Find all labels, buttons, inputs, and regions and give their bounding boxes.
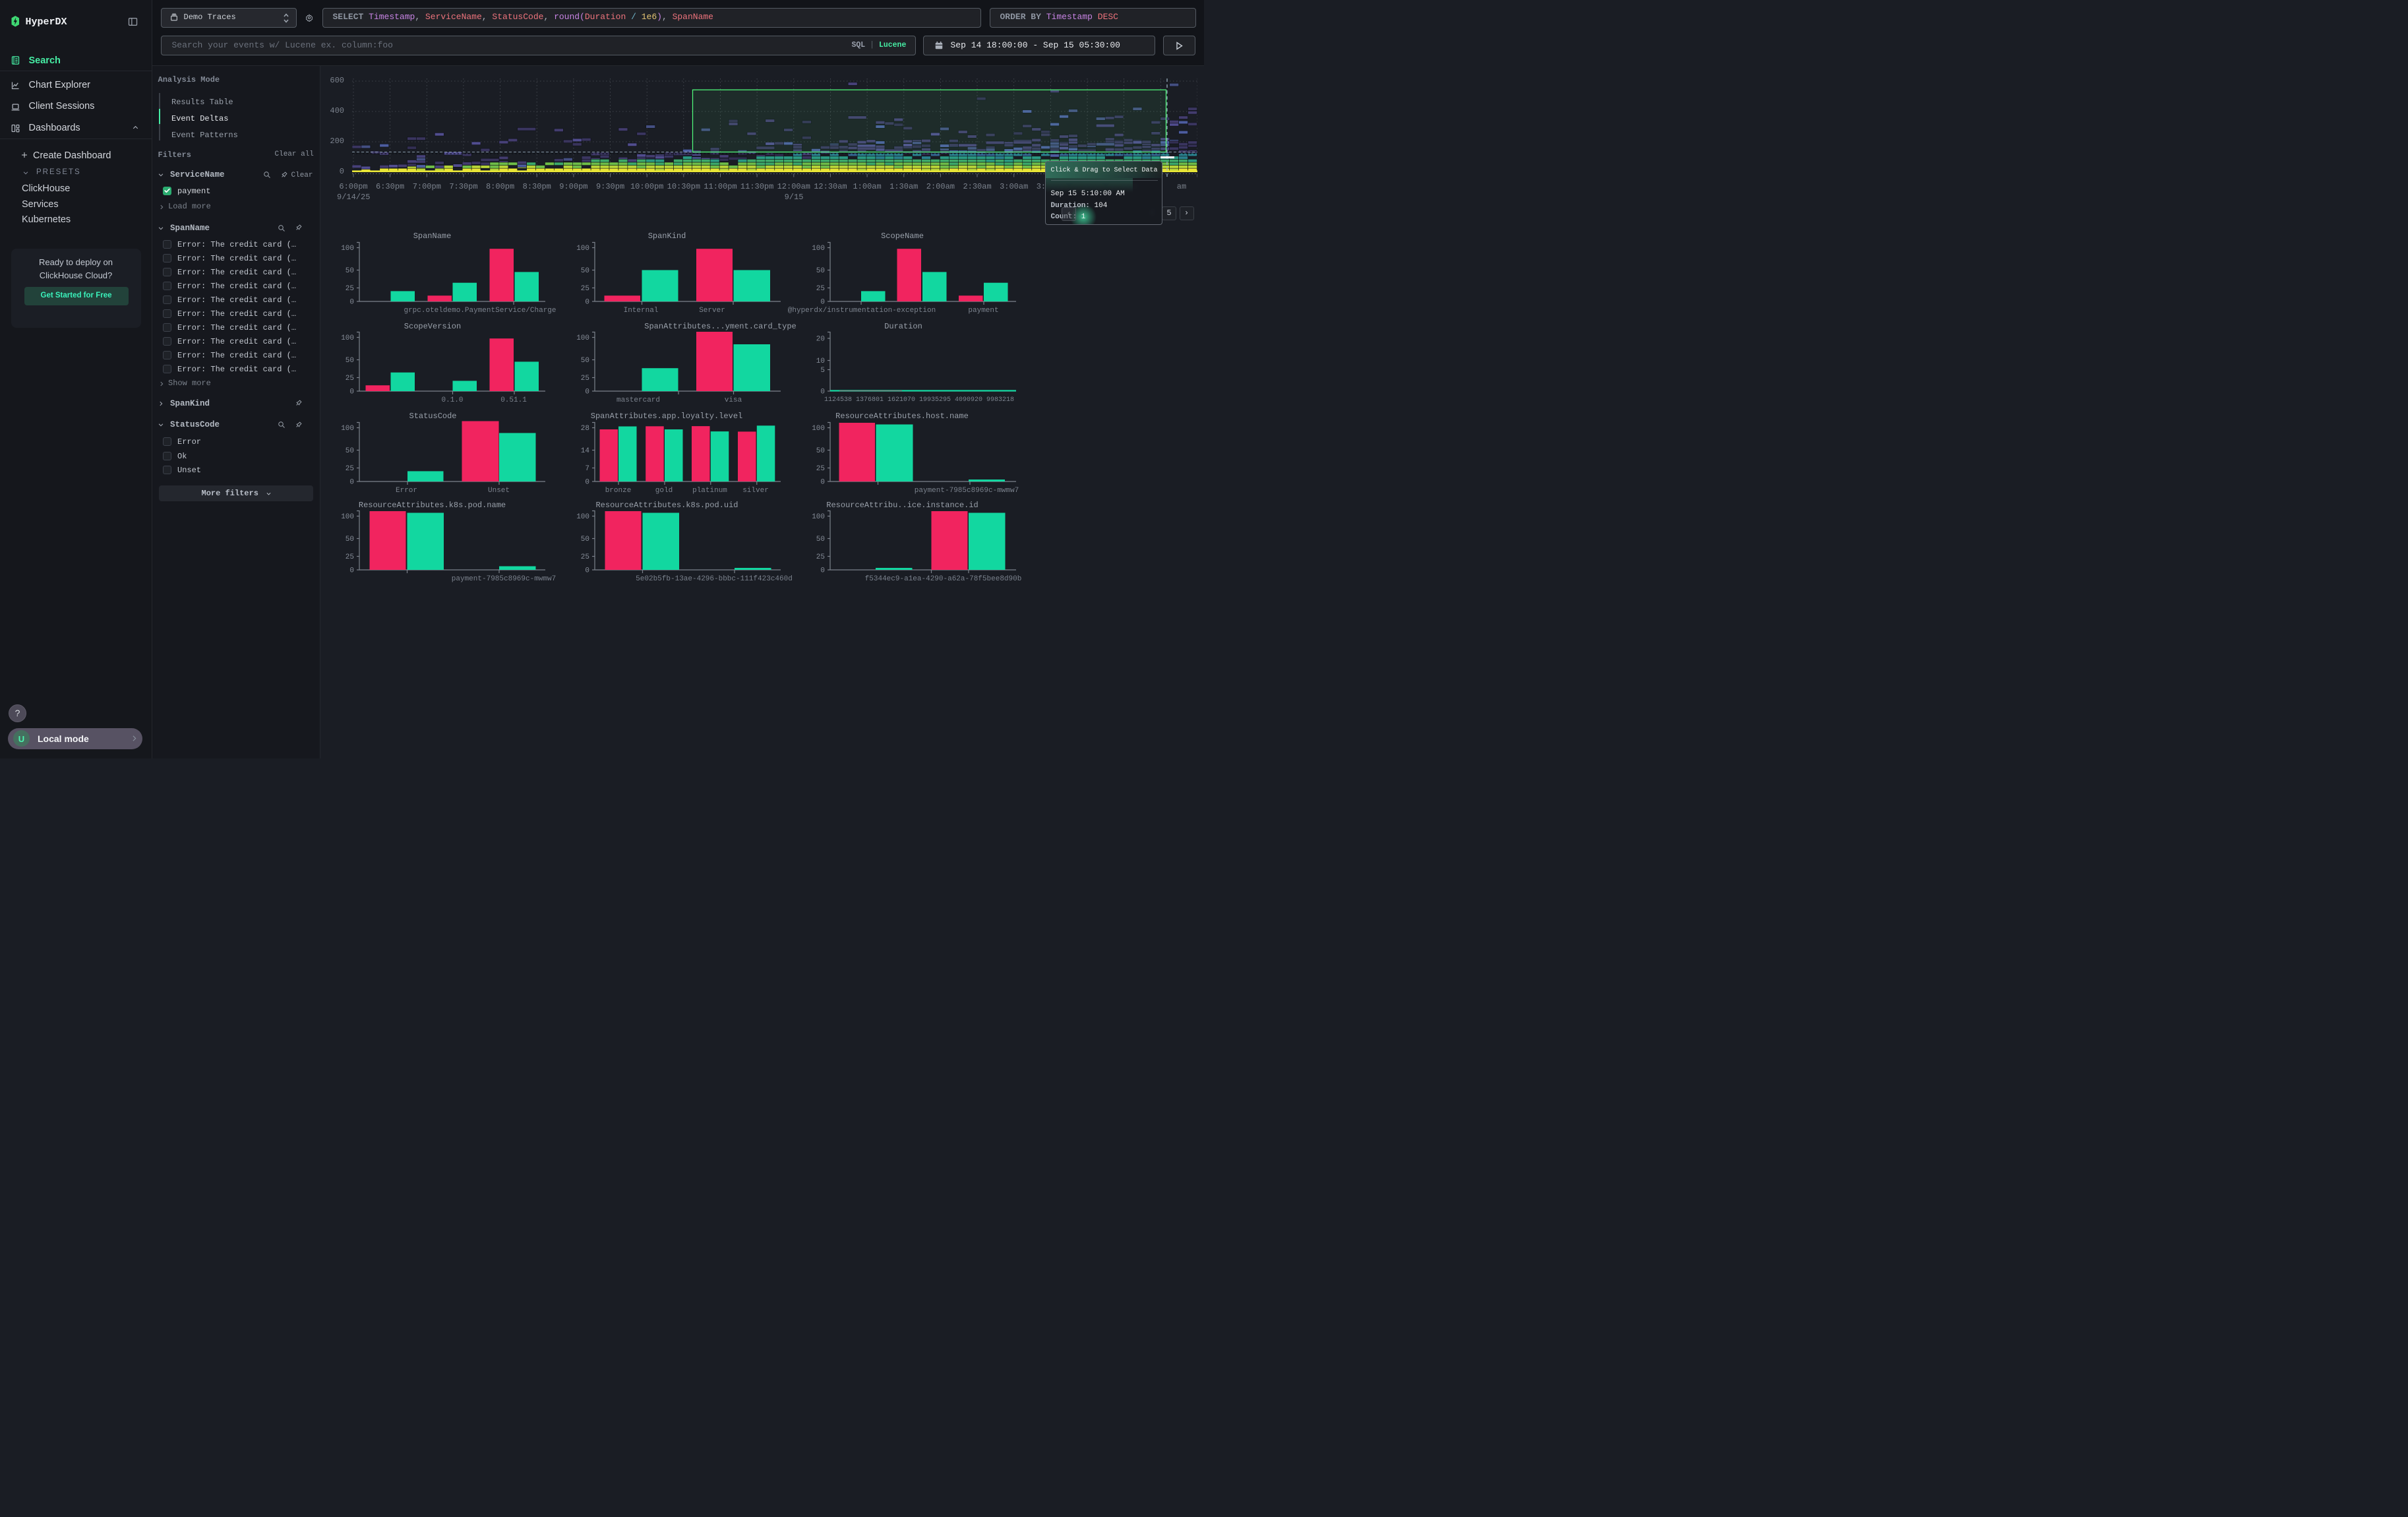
svg-text:25: 25	[345, 285, 353, 293]
svg-text:5: 5	[820, 367, 825, 375]
svg-text:0: 0	[349, 567, 354, 575]
svg-text:100: 100	[341, 245, 354, 253]
svg-text:100: 100	[812, 513, 825, 521]
svg-text:0: 0	[820, 567, 825, 575]
svg-text:14: 14	[580, 447, 589, 455]
svg-text:25: 25	[345, 553, 353, 561]
svg-text:50: 50	[345, 447, 353, 455]
svg-text:25: 25	[580, 553, 589, 561]
svg-text:100: 100	[341, 425, 354, 433]
svg-text:100: 100	[812, 245, 825, 253]
svg-text:25: 25	[345, 375, 353, 383]
svg-text:100: 100	[576, 245, 589, 253]
svg-text:50: 50	[816, 447, 824, 455]
svg-text:50: 50	[580, 536, 589, 543]
svg-text:7: 7	[585, 465, 589, 473]
svg-text:50: 50	[816, 267, 824, 275]
svg-text:0: 0	[349, 298, 354, 306]
svg-text:0: 0	[585, 388, 589, 396]
svg-text:28: 28	[580, 425, 589, 433]
svg-text:25: 25	[816, 465, 824, 473]
svg-text:0: 0	[585, 478, 589, 486]
svg-text:100: 100	[812, 425, 825, 433]
svg-text:0: 0	[349, 478, 354, 486]
svg-text:25: 25	[816, 285, 824, 293]
svg-text:25: 25	[580, 285, 589, 293]
svg-text:10: 10	[816, 357, 824, 365]
svg-text:100: 100	[341, 334, 354, 342]
svg-text:25: 25	[580, 375, 589, 383]
svg-text:100: 100	[576, 513, 589, 521]
svg-text:50: 50	[345, 536, 353, 543]
svg-text:0: 0	[349, 388, 354, 396]
svg-text:0: 0	[820, 478, 825, 486]
svg-text:0: 0	[820, 388, 825, 396]
svg-text:0: 0	[820, 298, 825, 306]
svg-text:50: 50	[580, 357, 589, 365]
svg-text:50: 50	[345, 267, 353, 275]
svg-text:0: 0	[585, 567, 589, 575]
svg-text:100: 100	[576, 334, 589, 342]
svg-text:100: 100	[341, 513, 354, 521]
svg-text:25: 25	[345, 465, 353, 473]
svg-text:0: 0	[585, 298, 589, 306]
svg-text:50: 50	[345, 357, 353, 365]
svg-text:50: 50	[580, 267, 589, 275]
svg-text:25: 25	[816, 553, 824, 561]
svg-text:50: 50	[816, 536, 824, 543]
svg-text:20: 20	[816, 336, 824, 344]
